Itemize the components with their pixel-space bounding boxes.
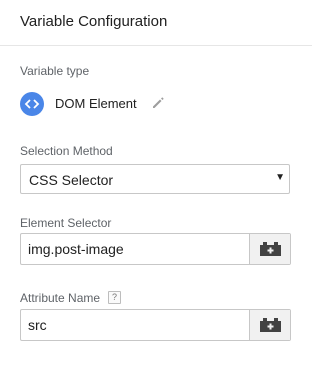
- variable-picker-icon: [260, 242, 281, 256]
- attribute-name-label: Attribute Name: [20, 291, 101, 305]
- attribute-name-input[interactable]: [21, 310, 249, 340]
- variable-type-value: DOM Element: [55, 96, 137, 111]
- chevron-down-icon: ▼: [275, 172, 285, 183]
- element-selector-input[interactable]: [21, 234, 249, 264]
- element-selector-variable-button[interactable]: [249, 234, 290, 264]
- pencil-edit-icon[interactable]: [151, 96, 165, 110]
- dom-element-icon: [20, 92, 44, 116]
- variable-type-row[interactable]: DOM Element: [20, 92, 220, 116]
- element-selector-field: [20, 233, 291, 265]
- element-selector-label: Element Selector: [20, 216, 112, 230]
- selection-method-value: CSS Selector: [29, 172, 114, 188]
- selection-method-select[interactable]: CSS Selector ▼: [20, 164, 290, 194]
- panel-title: Variable Configuration: [20, 13, 168, 30]
- help-icon[interactable]: ?: [108, 291, 121, 304]
- variable-type-label: Variable type: [20, 64, 90, 78]
- attribute-name-variable-button[interactable]: [249, 310, 290, 340]
- panel-header: Variable Configuration: [0, 0, 312, 46]
- attribute-name-field: [20, 309, 291, 341]
- selection-method-label: Selection Method: [20, 144, 113, 158]
- variable-picker-icon: [260, 318, 281, 332]
